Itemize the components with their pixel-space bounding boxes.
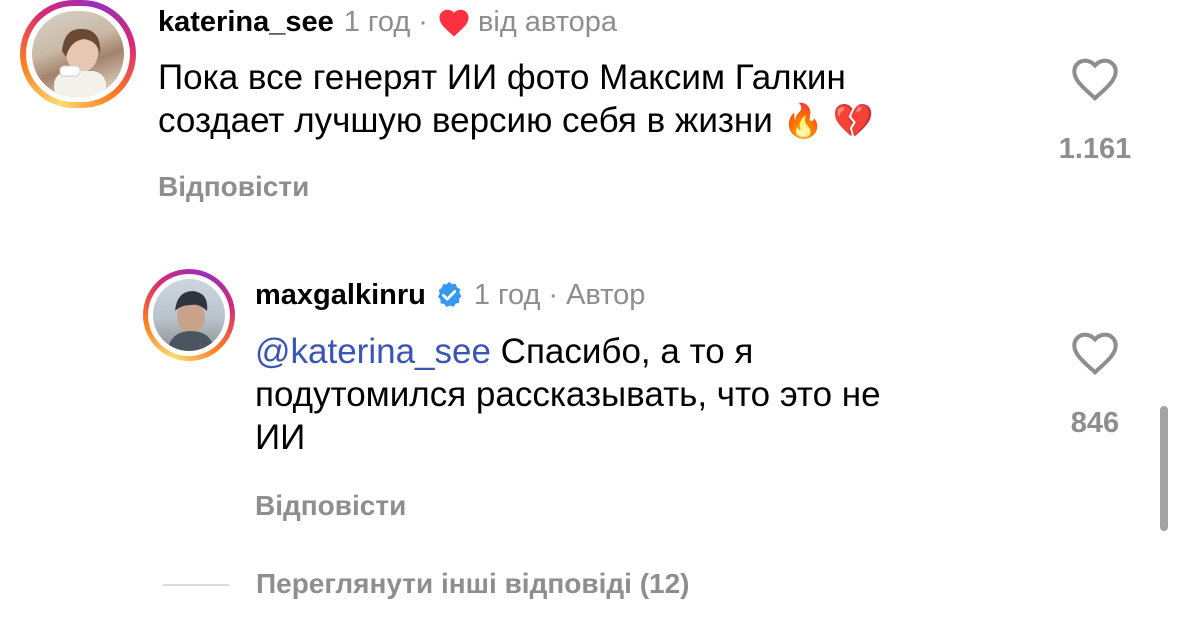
comment-text-line: подутомился рассказывать, что это не bbox=[255, 375, 881, 414]
heart-outline-icon bbox=[1072, 58, 1118, 102]
author-label: Автор bbox=[566, 278, 646, 311]
reply-button[interactable]: Відповісти bbox=[255, 490, 406, 522]
comment-text-line: создает лучшую версию себя в жизни bbox=[158, 101, 773, 140]
username[interactable]: maxgalkinru bbox=[255, 279, 426, 312]
reply-button[interactable]: Відповісти bbox=[158, 171, 309, 203]
scrollbar[interactable] bbox=[1160, 406, 1168, 531]
view-more-divider bbox=[163, 584, 229, 586]
comment-text-line: Спасибо, а то я bbox=[490, 332, 754, 371]
avatar-photo bbox=[32, 11, 124, 97]
comment-header: maxgalkinru 1 год · Автор bbox=[255, 277, 645, 313]
comment-header: katerina_see 1 год · від автора bbox=[158, 4, 617, 40]
liked-by-author-label: від автора bbox=[477, 5, 618, 38]
emoji: 🔥 💔 bbox=[782, 102, 874, 139]
comment-text-line: ИИ bbox=[255, 418, 306, 457]
separator: · bbox=[418, 5, 428, 38]
heart-outline-icon bbox=[1072, 332, 1118, 376]
like-button[interactable] bbox=[1068, 326, 1122, 378]
avatar[interactable] bbox=[20, 0, 136, 108]
comment-text: Пока все генерят ИИ фото Максим Галкин с… bbox=[158, 56, 1038, 142]
timestamp: 1 год bbox=[473, 278, 541, 311]
heart-filled-icon bbox=[436, 6, 472, 38]
timestamp: 1 год bbox=[343, 5, 411, 38]
like-count: 1.161 bbox=[1058, 133, 1132, 165]
avatar-photo bbox=[153, 279, 225, 351]
comment-text-line: Пока все генерят ИИ фото Максим Галкин bbox=[158, 58, 846, 97]
comment-text: @katerina_see Спасибо, а то я подутомилс… bbox=[255, 330, 1035, 459]
avatar[interactable] bbox=[143, 269, 235, 361]
like-button[interactable] bbox=[1068, 52, 1122, 104]
view-more-replies-button[interactable]: Переглянути інші відповіді (12) bbox=[256, 568, 689, 600]
verified-badge-icon bbox=[434, 280, 464, 310]
mention-link[interactable]: @katerina_see bbox=[255, 332, 491, 371]
username[interactable]: katerina_see bbox=[158, 6, 334, 39]
separator: · bbox=[548, 278, 559, 311]
like-count: 846 bbox=[1070, 407, 1120, 439]
